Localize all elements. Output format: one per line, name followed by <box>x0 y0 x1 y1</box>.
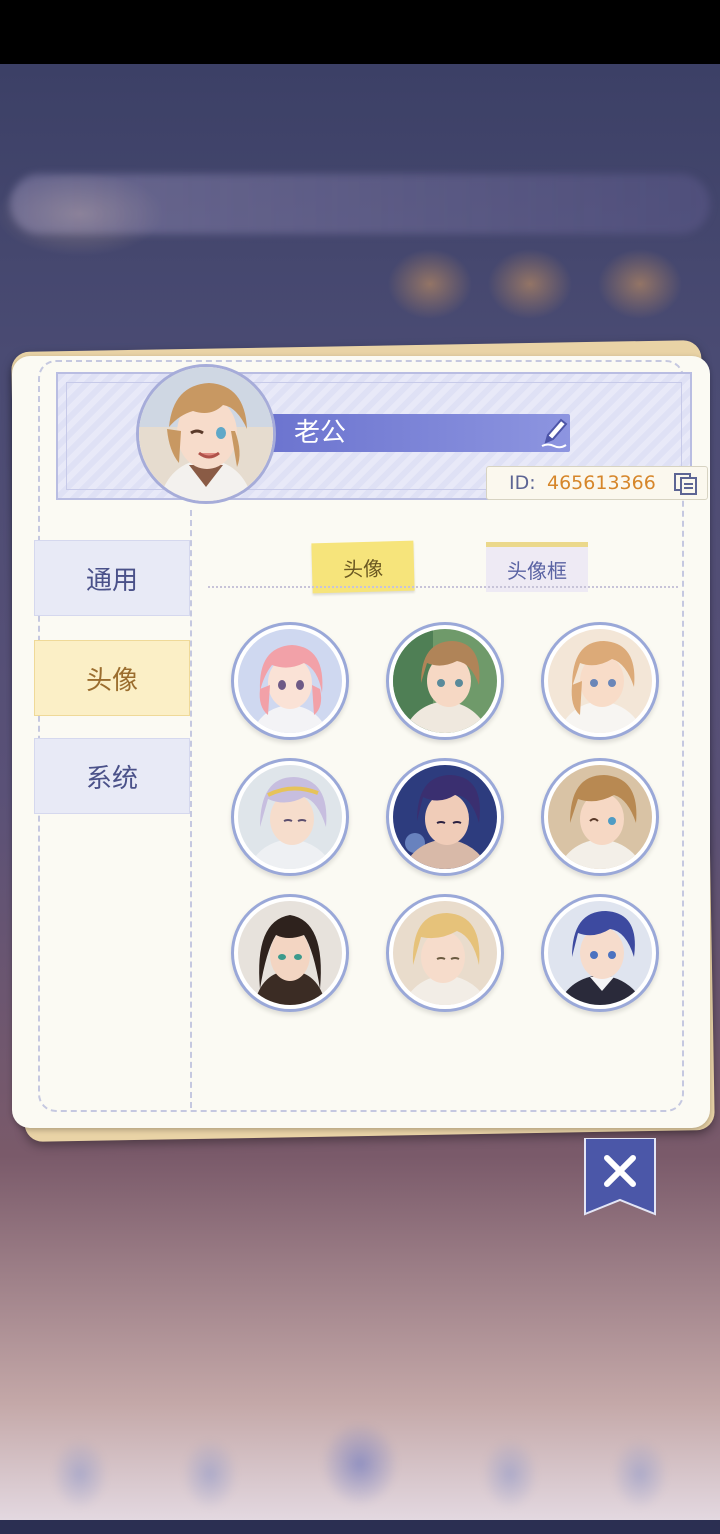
profile-header: 老公 ID: 465613366 <box>56 364 708 504</box>
sidebar-item-avatar[interactable]: 头像 <box>34 640 190 716</box>
avatar-portrait <box>548 901 652 1005</box>
id-value: 465613366 <box>547 472 656 494</box>
pencil-icon[interactable] <box>536 414 572 450</box>
avatar-option-light-brown-hair-boy[interactable] <box>541 622 659 740</box>
tab-label: 头像框 <box>507 559 567 583</box>
sidebar-item-label: 系统 <box>85 763 138 794</box>
close-icon[interactable] <box>583 1138 657 1216</box>
tab-divider <box>208 586 678 588</box>
avatar-portrait <box>548 629 652 733</box>
avatar-portrait <box>238 629 342 733</box>
avatar-option-pink-hair-girl[interactable] <box>231 622 349 740</box>
id-box: ID: 465613366 <box>486 466 708 500</box>
sidebar-divider <box>190 510 192 1108</box>
avatar-option-winking-blond-boy[interactable] <box>541 758 659 876</box>
avatar-portrait <box>393 765 497 869</box>
nickname-text: 老公 <box>294 418 347 448</box>
avatar-option-silver-hair-boy[interactable] <box>231 758 349 876</box>
avatar-portrait <box>393 901 497 1005</box>
tab-label: 头像 <box>342 555 384 582</box>
copy-icon[interactable] <box>673 472 699 496</box>
sidebar-item-label: 头像 <box>85 665 138 696</box>
avatar-option-blond-curly-hair-boy[interactable] <box>386 894 504 1012</box>
status-bar <box>0 0 720 64</box>
profile-panel: 老公 ID: 465613366 通用 头像 系统 头像 头像框 <box>12 356 710 1128</box>
avatar-option-blue-hair-boy[interactable] <box>541 894 659 1012</box>
current-avatar[interactable] <box>136 364 276 504</box>
background-banner <box>10 174 710 234</box>
background-bottom-nav <box>0 1414 720 1534</box>
sidebar-item-system[interactable]: 系统 <box>34 738 190 814</box>
sidebar-item-general[interactable]: 通用 <box>34 540 190 616</box>
id-label: ID: <box>509 472 536 494</box>
tab-avatar-frame[interactable]: 头像框 <box>486 542 588 592</box>
avatar-option-brown-hair-boy-forest[interactable] <box>386 622 504 740</box>
sidebar-item-label: 通用 <box>85 565 138 596</box>
avatar-portrait <box>393 629 497 733</box>
avatar-option-long-black-hair-man[interactable] <box>231 894 349 1012</box>
avatar-portrait <box>238 765 342 869</box>
avatar-portrait <box>548 765 652 869</box>
avatar-portrait <box>238 901 342 1005</box>
current-avatar-portrait <box>139 367 273 501</box>
avatar-option-dark-blue-hair-boy[interactable] <box>386 758 504 876</box>
